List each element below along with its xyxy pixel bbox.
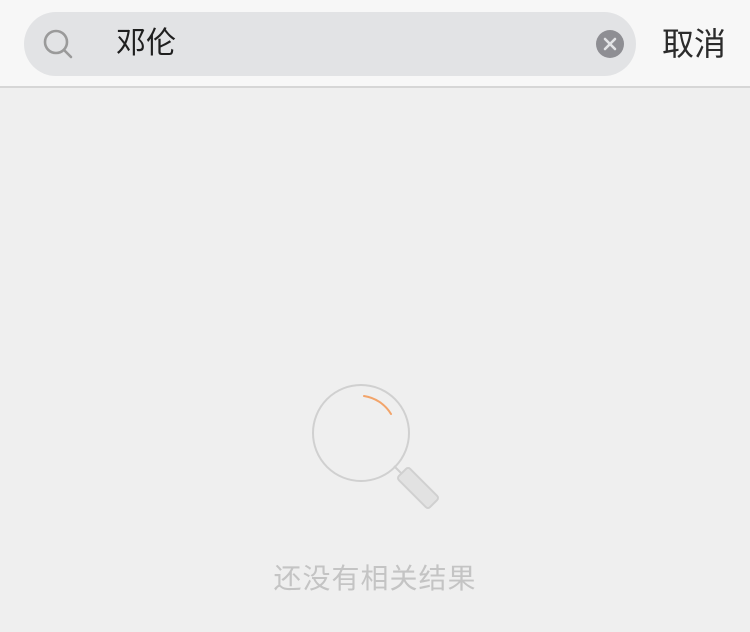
search-icon [43,29,73,59]
search-input[interactable]: 邓伦 [24,12,636,76]
search-query-text[interactable]: 邓伦 [116,12,176,76]
empty-results: 还没有相关结果 [0,90,750,632]
magnifier-illustration [312,384,439,509]
clear-icon[interactable] [595,29,625,59]
search-header: 邓伦 取消 [0,0,750,88]
cancel-button[interactable]: 取消 [662,12,726,76]
empty-message: 还没有相关结果 [273,562,477,595]
